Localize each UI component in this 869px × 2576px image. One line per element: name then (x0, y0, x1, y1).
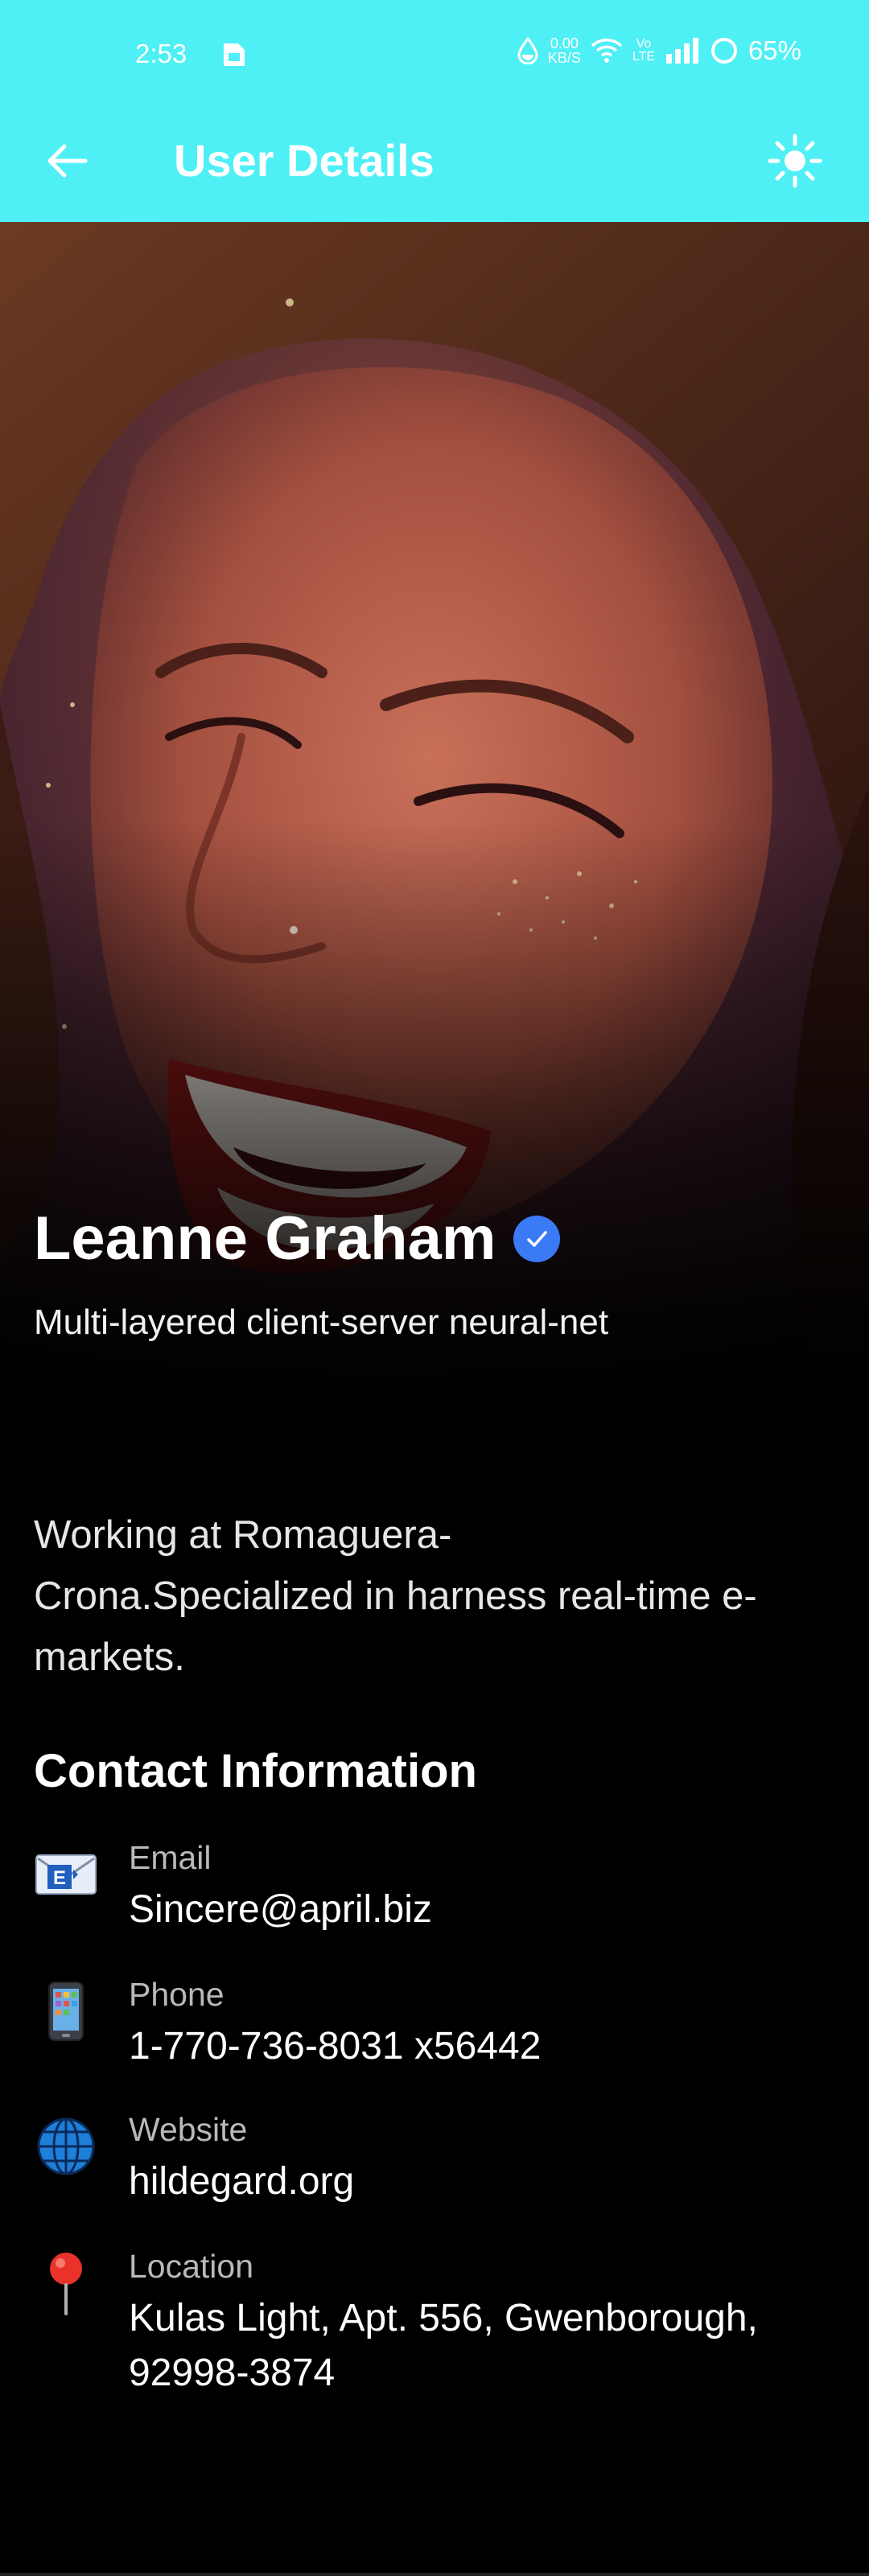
user-tagline: Multi-layered client-server neural-net (34, 1302, 609, 1342)
website-value[interactable]: hildegard.org (129, 2154, 837, 2209)
top-bar: 2:53 0.00 KB/S Vo LTE 65% User Details (0, 0, 869, 222)
phone-value[interactable]: 1-770-736-8031 x56442 (129, 2019, 837, 2074)
svg-text:E: E (53, 1867, 66, 1889)
verified-badge-icon (513, 1216, 561, 1262)
mobile-phone-icon (34, 1979, 98, 2043)
status-right: 0.00 KB/S Vo LTE 65% (517, 35, 801, 66)
location-pin-icon (34, 2251, 98, 2315)
page-title: User Details (174, 135, 434, 186)
phone-label: Phone (129, 1976, 224, 2013)
sun-icon (767, 133, 823, 193)
status-bar: 2:53 0.00 KB/S Vo LTE 65% (0, 0, 869, 113)
bottom-divider (0, 2573, 869, 2576)
envelope-icon: E (34, 1842, 98, 1907)
hero-gradient-overlay (0, 821, 869, 1448)
status-time: 2:53 (135, 39, 187, 68)
battery-ring-icon (710, 36, 739, 65)
app-bar: User Details (0, 113, 869, 222)
user-name: Leanne Graham (34, 1204, 496, 1273)
wifi-icon (591, 38, 623, 64)
volte-icon: Vo LTE (632, 37, 656, 64)
globe-icon (34, 2114, 98, 2179)
network-speed-value: 0.00 (550, 35, 579, 51)
theme-toggle-button[interactable] (763, 130, 827, 195)
location-value[interactable]: Kulas Light, Apt. 556, Gwenborough, 9299… (129, 2291, 837, 2401)
network-speed-unit: KB/S (547, 50, 581, 66)
user-bio: Working at Romaguera-Crona.Specialized i… (34, 1513, 757, 1679)
data-saver-icon (517, 37, 538, 64)
name-row: Leanne Graham (34, 1200, 561, 1278)
network-speed: 0.00 KB/S (548, 36, 581, 65)
email-label: Email (129, 1839, 212, 1876)
signal-icon (665, 38, 700, 64)
sim-card-icon (217, 39, 249, 71)
location-label: Location (129, 2248, 254, 2285)
back-button[interactable] (42, 137, 93, 188)
arrow-left-icon (47, 143, 89, 183)
email-value[interactable]: Sincere@april.biz (129, 1883, 837, 1937)
battery-level: 65% (748, 35, 801, 65)
website-label: Website (129, 2111, 248, 2148)
contact-heading: Contact Information (34, 1745, 477, 1797)
